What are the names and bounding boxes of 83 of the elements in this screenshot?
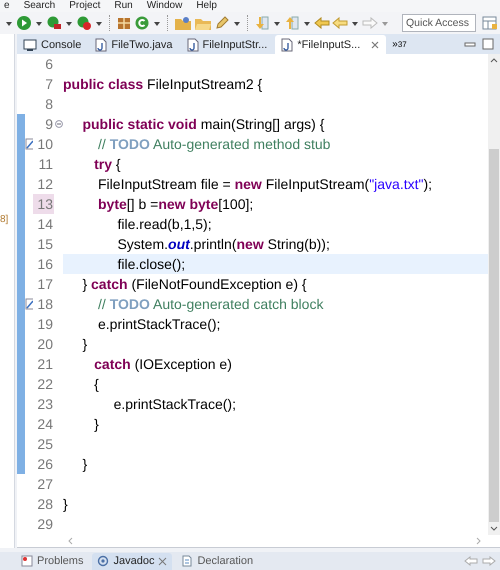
code-line: public static void main(String[] args) { [81,116,324,132]
menu-item[interactable]: Project [69,0,100,12]
code-line: catch (IOException e) [93,356,232,372]
line-number: 6 [44,55,54,74]
editor-tab[interactable]: Console [17,35,88,54]
line-number: 27 [36,475,54,494]
code-line: System.out.println(new String(b)); [116,236,330,252]
code-line: e.printStackTrace(); [112,396,236,412]
close-icon[interactable] [370,40,380,50]
scroll-left-icon[interactable] [67,537,73,545]
line-number: 24 [36,415,54,434]
line-number: 9 [44,115,54,134]
line-number: 23 [36,395,54,414]
line-number: 12 [36,175,54,194]
view-tab[interactable]: Declaration [176,552,258,570]
java-file-icon [281,38,294,52]
scroll-up-icon[interactable] [490,57,498,63]
line-number: 8 [44,95,54,114]
fold-icon[interactable] [54,120,62,128]
code-line: FileInputStream file = new FileInputStream("java.txt"); [97,176,432,192]
code-line: public class FileInputStream2 { [63,76,262,92]
java-file-icon [186,38,198,52]
line-number: 22 [36,375,54,394]
code-line: { [93,376,99,392]
maximize-icon[interactable] [482,38,494,50]
code-line: } [81,336,88,352]
code-line: } [93,416,99,432]
code-line: } [81,456,88,472]
code-line: } catch (FileNotFoundException e) { [81,276,307,292]
line-number: 26 [36,455,54,474]
code-line: file.read(b,1,5); [116,216,212,232]
code-line: file.close(); [116,256,186,272]
scrollbar-thumb[interactable] [489,149,499,522]
code-line: } [63,496,68,512]
code-line: e.printStackTrace(); [97,316,220,332]
line-number: 20 [36,335,54,354]
menu-item[interactable]: Help [196,0,217,12]
problems-icon [21,555,33,567]
side-panel-text: 8] [0,214,8,225]
view-tab[interactable]: Javadoc [92,552,172,570]
editor-tab[interactable]: FileTwo.java [89,35,178,54]
line-number: 7 [44,75,54,94]
console-icon [23,38,37,52]
horizontal-scrollbar[interactable] [17,535,500,548]
line-number: 15 [36,235,54,254]
line-number: 21 [36,355,54,374]
view-tab[interactable]: Problems [16,552,88,570]
close-icon[interactable] [158,556,168,566]
line-number: 18 [36,295,54,314]
document-icon [181,555,194,567]
menu-item[interactable]: e [4,0,10,12]
editor-tab[interactable]: *FileInputS... [275,35,386,54]
line-number: 13 [33,194,54,214]
menu-item[interactable]: Window [146,0,182,12]
perspective-icon[interactable] [482,15,498,31]
code-line: // TODO Auto-generated method stub [97,136,330,152]
menu-item[interactable]: Search [24,0,56,12]
line-number: 10 [36,135,54,154]
line-number: 16 [36,255,54,274]
line-number: 28 [36,495,54,514]
menu-item[interactable]: Run [114,0,133,12]
line-number: 19 [36,315,54,334]
java-file-icon [95,38,108,52]
folder-icon[interactable] [174,15,192,31]
code-line: byte[] b =new byte[100]; [97,196,254,212]
vertical-scrollbar[interactable] [488,54,500,535]
code-line: try { [93,156,121,172]
quick-access-field[interactable]: Quick Access [402,14,476,32]
at-sign-icon [97,555,110,567]
line-number: 11 [37,155,54,174]
scroll-right-icon[interactable] [476,537,482,545]
scroll-down-icon[interactable] [490,526,498,532]
forward-arrow-icon[interactable] [482,556,496,566]
editor-tab[interactable]: FileInputStr... [180,35,274,54]
back-arrow-icon[interactable] [464,556,478,566]
run-icon[interactable] [16,15,32,31]
line-number: 14 [36,215,54,234]
pencil-icon[interactable] [214,15,230,31]
code-line: // TODO Auto-generated catch block [97,296,324,312]
line-number: 25 [36,435,54,454]
line-number: 17 [36,275,54,294]
line-number: 29 [36,515,54,534]
package-icon[interactable] [116,15,132,31]
